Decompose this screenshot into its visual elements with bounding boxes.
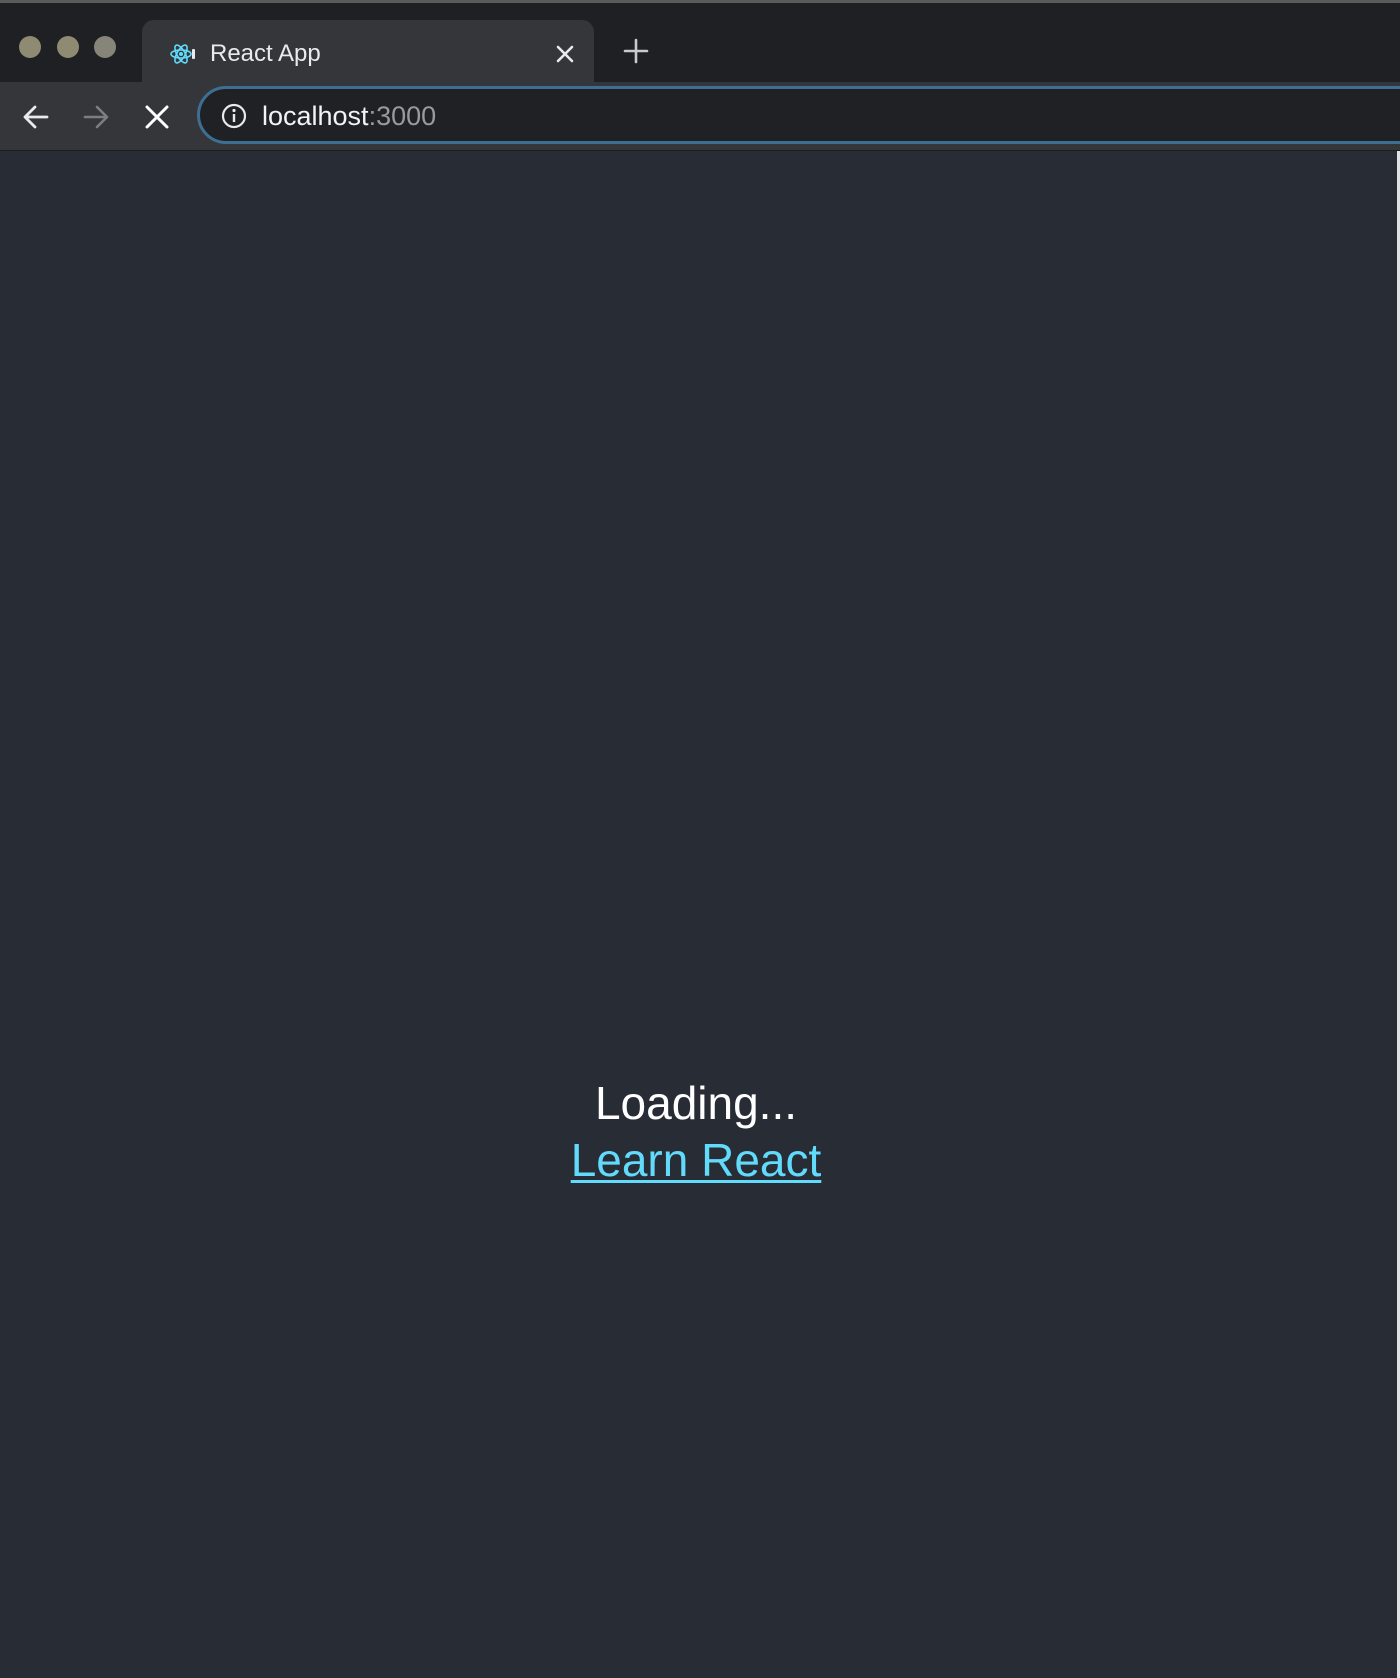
tab-react-app[interactable]: React App — [142, 20, 594, 85]
tab-title: React App — [210, 40, 321, 67]
url-text[interactable]: localhost:3000 — [262, 100, 436, 132]
maximize-window-button[interactable] — [94, 36, 116, 58]
forward-button[interactable] — [79, 100, 113, 134]
learn-react-link[interactable]: Learn React — [571, 1131, 822, 1189]
url-port: :3000 — [368, 101, 437, 131]
address-bar[interactable]: localhost:3000 — [197, 86, 1400, 144]
stop-loading-button[interactable] — [140, 100, 174, 134]
close-tab-icon[interactable] — [553, 42, 577, 66]
new-tab-button[interactable] — [622, 37, 650, 65]
browser-window: React App localhost:3000 Loading... Lear… — [0, 0, 1400, 1678]
browser-toolbar: localhost:3000 — [0, 82, 1400, 151]
close-window-button[interactable] — [19, 36, 41, 58]
loading-text: Loading... — [594, 1077, 798, 1129]
minimize-window-button[interactable] — [57, 36, 79, 58]
url-host: localhost — [262, 101, 369, 131]
info-icon[interactable] — [220, 102, 248, 130]
page-viewport — [0, 151, 1400, 1678]
app-content: Loading... Learn React — [0, 1075, 1392, 1189]
react-logo-icon — [170, 42, 196, 66]
tab-strip: React App — [0, 3, 1400, 85]
back-button[interactable] — [19, 100, 53, 134]
